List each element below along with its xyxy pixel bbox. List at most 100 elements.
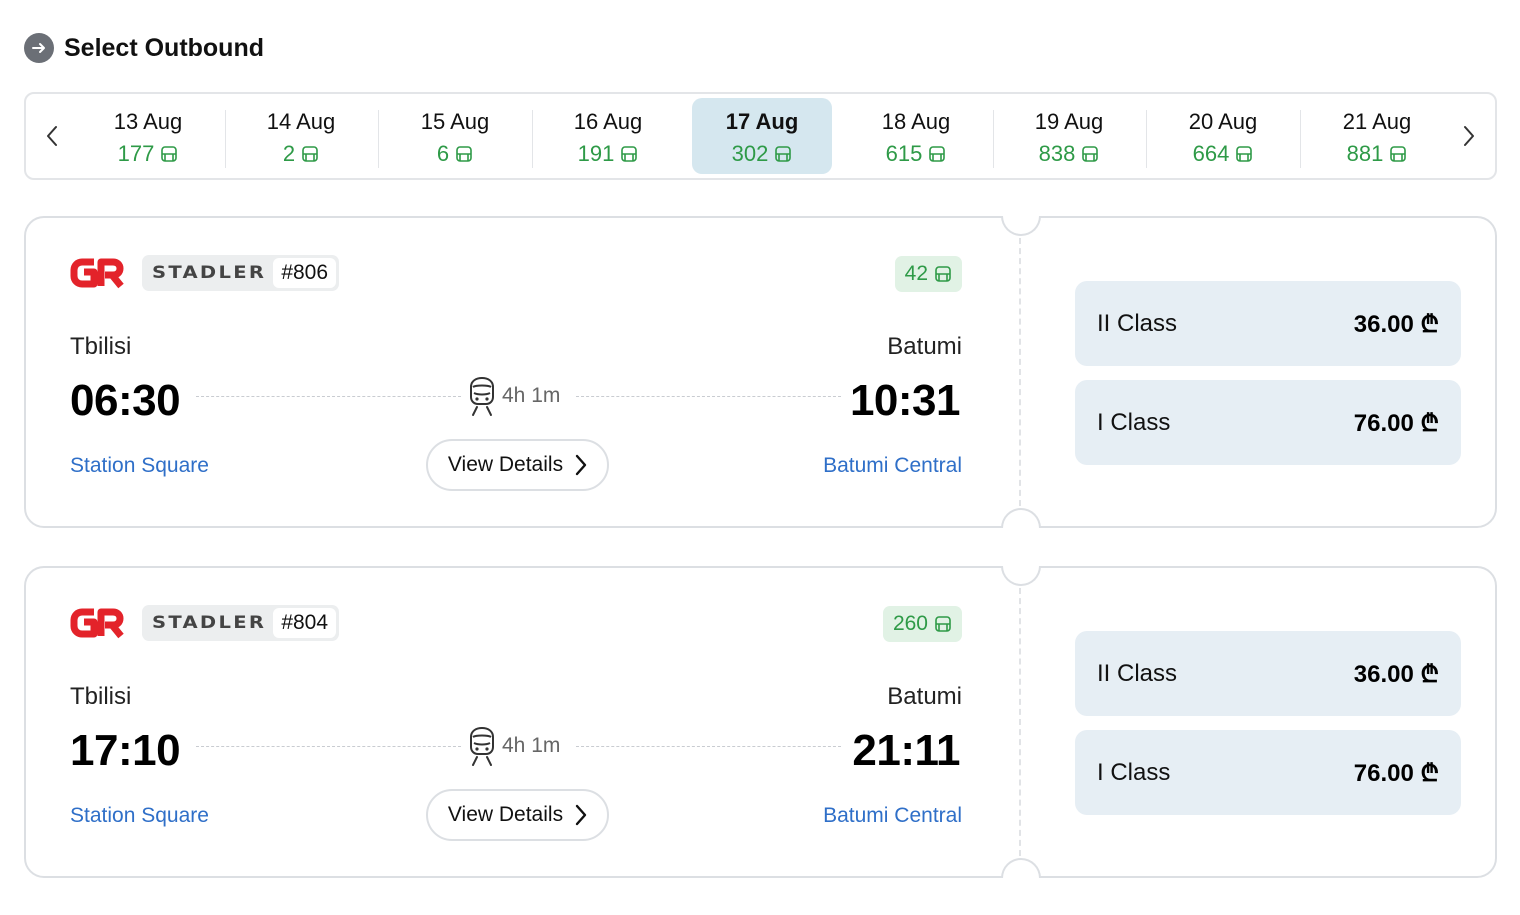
- date-prev-button[interactable]: [26, 94, 78, 178]
- fare-option[interactable]: I Class 76.00 ₾: [1075, 730, 1461, 815]
- date-divider: [993, 110, 994, 168]
- date-item[interactable]: 21 Aug 881: [1307, 98, 1447, 174]
- date-item[interactable]: 17 Aug 302: [692, 98, 832, 174]
- seat-icon: [1236, 146, 1253, 162]
- fare-option[interactable]: II Class 36.00 ₾: [1075, 631, 1461, 716]
- date-label: 16 Aug: [573, 109, 643, 134]
- date-label: 13 Aug: [113, 109, 183, 134]
- fare-class: I Class: [1097, 408, 1171, 436]
- seat-count: 615: [886, 141, 947, 167]
- duration-text: 4h 1m: [502, 734, 561, 757]
- date-label: 21 Aug: [1342, 109, 1412, 134]
- ticket-notch: [1001, 566, 1041, 586]
- date-label: 15 Aug: [420, 109, 490, 134]
- seat-count-value: 2: [282, 141, 296, 166]
- fare-option[interactable]: I Class 76.00 ₾: [1075, 380, 1461, 465]
- origin-station-link[interactable]: Station Square: [70, 804, 209, 828]
- seat-icon: [1082, 146, 1099, 162]
- seat-icon: [456, 146, 472, 162]
- destination-city: Batumi: [887, 683, 962, 710]
- ticket-divider: [1019, 588, 1021, 856]
- route-line: [576, 746, 841, 747]
- seat-count-value: 177: [117, 141, 155, 166]
- seat-count-value: 615: [885, 141, 923, 166]
- ticket-notch: [1001, 858, 1041, 878]
- departure-time: 17:10: [70, 726, 181, 775]
- operator-brand: STADLER #804: [70, 605, 340, 641]
- seat-count: 177: [118, 141, 179, 167]
- seat-count: 2: [283, 141, 319, 167]
- date-item[interactable]: 20 Aug 664: [1153, 98, 1293, 174]
- train-number: #804: [273, 608, 337, 638]
- gr-logo: [70, 608, 124, 639]
- seat-count-value: 664: [1192, 141, 1230, 166]
- chevron-right-icon: [575, 804, 587, 826]
- seat-count: 191: [578, 141, 639, 167]
- fare-option[interactable]: II Class 36.00 ₾: [1075, 281, 1461, 366]
- fare-price: 76.00 ₾: [1353, 760, 1439, 787]
- date-item[interactable]: 15 Aug 6: [385, 98, 525, 174]
- seat-icon: [621, 146, 638, 162]
- route-line: [196, 396, 461, 397]
- date-item[interactable]: 16 Aug 191: [538, 98, 678, 174]
- destination-station-link[interactable]: Batumi Central: [823, 804, 962, 828]
- fare-class: I Class: [1097, 758, 1171, 786]
- date-divider: [1146, 110, 1147, 168]
- origin-station-link[interactable]: Station Square: [70, 454, 209, 478]
- route-line: [576, 396, 841, 397]
- trip-duration: 4h 1m: [468, 375, 560, 417]
- fare-price: 76.00 ₾: [1353, 410, 1439, 437]
- ticket-notch: [1001, 508, 1041, 528]
- destination-station-link[interactable]: Batumi Central: [823, 454, 962, 478]
- seat-count-value: 302: [731, 141, 769, 166]
- fare-price: 36.00 ₾: [1353, 311, 1439, 338]
- arrow-right-circle-icon: [24, 33, 54, 63]
- date-label: 20 Aug: [1188, 109, 1258, 134]
- view-details-button[interactable]: View Details: [426, 439, 609, 491]
- date-label: 18 Aug: [881, 109, 951, 134]
- view-details-label: View Details: [447, 803, 564, 826]
- chevron-right-icon: [575, 454, 587, 476]
- date-item[interactable]: 18 Aug 615: [846, 98, 986, 174]
- duration-text: 4h 1m: [502, 384, 561, 407]
- train-model-pill: STADLER #804: [142, 605, 340, 641]
- date-item[interactable]: 14 Aug 2: [231, 98, 371, 174]
- date-label: 19 Aug: [1034, 109, 1104, 134]
- ticket-notch: [1001, 216, 1041, 236]
- seat-count-value: 6: [436, 141, 450, 166]
- trip-card: STADLER #804 260 Tbilisi Batumi 17:10 21:11 4h …: [24, 566, 1497, 878]
- date-divider: [532, 110, 533, 168]
- date-label: 14 Aug: [266, 109, 336, 134]
- date-label: 17 Aug: [725, 109, 799, 134]
- seat-icon: [935, 266, 951, 282]
- operator-brand: STADLER #806: [70, 255, 340, 291]
- view-details-button[interactable]: View Details: [426, 789, 609, 841]
- date-divider: [1300, 110, 1301, 168]
- seat-icon: [1390, 146, 1407, 162]
- date-next-button[interactable]: [1443, 94, 1495, 178]
- seat-icon: [302, 146, 318, 162]
- train-icon: [470, 726, 494, 766]
- seat-icon: [935, 616, 951, 632]
- seat-count-value: 191: [577, 141, 615, 166]
- gr-logo: [70, 258, 124, 289]
- trip-duration: 4h 1m: [468, 725, 560, 767]
- date-item[interactable]: 19 Aug 838: [999, 98, 1139, 174]
- seat-icon: [929, 146, 946, 162]
- seat-count: 881: [1347, 141, 1408, 167]
- manufacturer-name: STADLER: [152, 613, 267, 633]
- manufacturer-name: STADLER: [152, 263, 267, 283]
- seat-count: 6: [437, 141, 473, 167]
- seat-count: 838: [1039, 141, 1100, 167]
- date-selector: 13 Aug 177 14 Aug 2 15 Aug 6 16 Aug 191 17 Aug 30…: [24, 92, 1497, 180]
- date-item[interactable]: 13 Aug 177: [78, 98, 218, 174]
- available-seats-value: 260: [892, 612, 928, 635]
- chevron-right-icon: [1464, 126, 1474, 146]
- arrival-time: 21:11: [852, 726, 960, 775]
- origin-city: Tbilisi: [70, 333, 132, 360]
- train-model-pill: STADLER #806: [142, 255, 340, 291]
- seat-count-value: 881: [1346, 141, 1384, 166]
- fare-class: II Class: [1097, 659, 1178, 687]
- seat-count-value: 838: [1038, 141, 1076, 166]
- available-seats-badge: 42: [894, 256, 962, 292]
